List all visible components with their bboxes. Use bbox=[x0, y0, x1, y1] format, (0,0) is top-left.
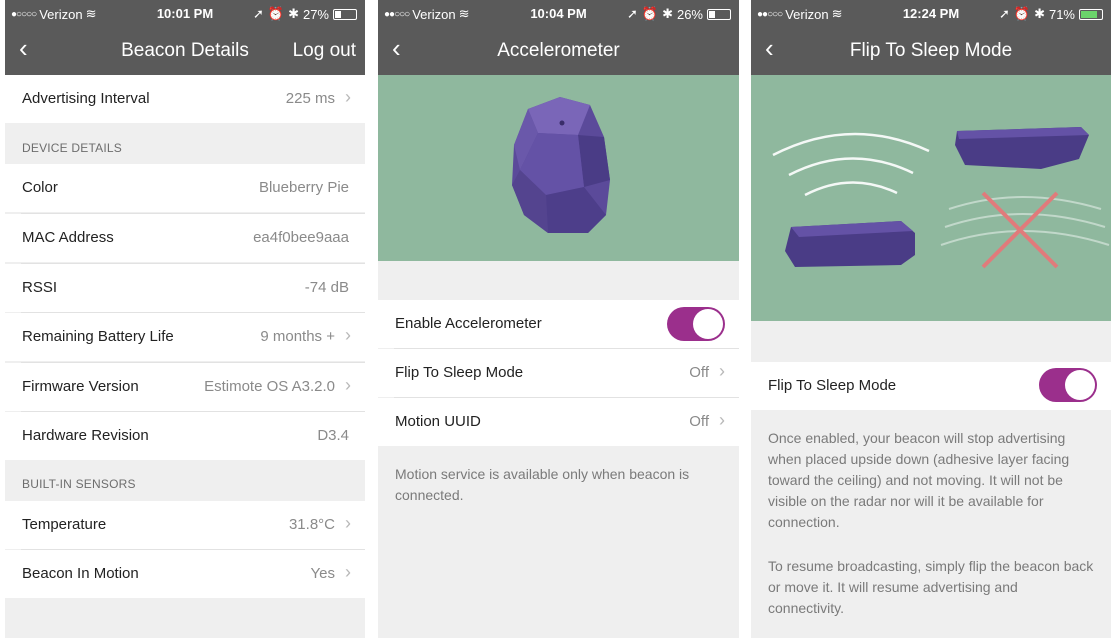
section-title: DEVICE DETAILS bbox=[22, 141, 122, 155]
bluetooth-icon: ✱ bbox=[662, 6, 673, 21]
nav-bar: ‹ Beacon Details Log out bbox=[5, 26, 365, 75]
row-color: Color Blueberry Pie bbox=[5, 164, 365, 212]
alarm-icon: ⏰ bbox=[267, 6, 285, 21]
location-icon: ➚ bbox=[998, 6, 1010, 21]
battery-icon bbox=[333, 8, 357, 20]
status-bar: ●○○○○ Verizon ≋ 10:01 PM ➚ ⏰ ✱ 27% bbox=[5, 0, 365, 26]
alarm-icon: ⏰ bbox=[1013, 6, 1031, 21]
status-bar: ●●○○○ Verizon ≋ 12:24 PM ➚ ⏰ ✱ 71% bbox=[751, 0, 1111, 26]
row-rssi: RSSI -74 dB bbox=[5, 264, 365, 312]
page-title: Accelerometer bbox=[497, 40, 620, 61]
row-flip-to-sleep-mode[interactable]: Flip To Sleep Mode Off › bbox=[378, 349, 739, 397]
row-temperature[interactable]: Temperature 31.8°C › bbox=[5, 501, 365, 549]
row-value: Yes bbox=[310, 565, 335, 582]
battery-charging-icon bbox=[1079, 8, 1103, 20]
status-right: ➚ ⏰ ✱ 27% bbox=[253, 6, 357, 22]
resume-description: To resume broadcasting, simply flip the … bbox=[768, 558, 1094, 616]
location-icon: ➚ bbox=[252, 6, 264, 21]
row-label: Color bbox=[22, 179, 58, 196]
row-remaining-battery-life[interactable]: Remaining Battery Life 9 months + › bbox=[5, 313, 365, 361]
status-bar: ●●○○○ Verizon ≋ 10:04 PM ➚ ⏰ ✱ 26% bbox=[378, 0, 739, 26]
row-value: Off bbox=[689, 413, 709, 430]
toggle-knob bbox=[693, 309, 723, 339]
logout-button[interactable]: Log out bbox=[293, 40, 356, 62]
row-value: D3.4 bbox=[317, 427, 349, 444]
screen-accelerometer: ●●○○○ Verizon ≋ 10:04 PM ➚ ⏰ ✱ 26% ‹ Acc… bbox=[378, 0, 739, 638]
section-header-built-in-sensors: BUILT-IN SENSORS bbox=[5, 462, 365, 500]
battery-percent: 26% bbox=[676, 6, 703, 22]
flip-to-sleep-toggle[interactable] bbox=[1039, 368, 1097, 402]
row-flip-to-sleep-mode[interactable]: Flip To Sleep Mode bbox=[751, 362, 1111, 410]
row-label: Beacon In Motion bbox=[22, 565, 139, 582]
row-hardware-revision: Hardware Revision D3.4 bbox=[5, 412, 365, 460]
row-mac-address: MAC Address ea4f0bee9aaa bbox=[5, 214, 365, 262]
toggle-knob bbox=[1065, 370, 1095, 400]
beacon-illustration bbox=[378, 75, 739, 261]
battery-percent: 27% bbox=[302, 6, 329, 22]
row-label: Flip To Sleep Mode bbox=[768, 377, 897, 394]
row-label: Hardware Revision bbox=[22, 427, 149, 444]
row-label: Advertising Interval bbox=[22, 90, 150, 107]
row-value: Off bbox=[689, 364, 709, 381]
row-value: ea4f0bee9aaa bbox=[253, 229, 349, 246]
row-beacon-in-motion[interactable]: Beacon In Motion Yes › bbox=[5, 550, 365, 598]
flip-description: Once enabled, your beacon will stop adve… bbox=[768, 430, 1070, 530]
section-title: BUILT-IN SENSORS bbox=[22, 477, 136, 491]
chevron-right-icon: › bbox=[345, 325, 351, 345]
bluetooth-icon: ✱ bbox=[288, 6, 299, 21]
battery-icon bbox=[707, 8, 731, 20]
row-enable-accelerometer[interactable]: Enable Accelerometer bbox=[378, 300, 739, 348]
chevron-right-icon: › bbox=[719, 361, 725, 381]
row-label: MAC Address bbox=[22, 229, 114, 246]
chevron-right-icon: › bbox=[345, 375, 351, 395]
chevron-right-icon: › bbox=[719, 410, 725, 430]
flip-illustration bbox=[751, 75, 1111, 321]
row-label: Remaining Battery Life bbox=[22, 328, 174, 345]
motion-service-note: Motion service is available only when be… bbox=[395, 466, 690, 503]
row-value: -74 dB bbox=[304, 279, 349, 296]
status-right: ➚ ⏰ ✱ 26% bbox=[627, 6, 731, 22]
section-header-device-details: DEVICE DETAILS bbox=[5, 126, 365, 164]
row-advertising-interval[interactable]: Advertising Interval 225 ms › bbox=[5, 75, 365, 123]
row-firmware-version[interactable]: Firmware Version Estimote OS A3.2.0 › bbox=[5, 363, 365, 411]
battery-percent: 71% bbox=[1048, 6, 1075, 22]
row-value: Estimote OS A3.2.0 bbox=[204, 378, 335, 395]
page-title: Flip To Sleep Mode bbox=[849, 40, 1013, 61]
chevron-right-icon: › bbox=[345, 87, 351, 107]
chevron-right-icon: › bbox=[345, 562, 351, 582]
alarm-icon: ⏰ bbox=[641, 6, 659, 21]
enable-accelerometer-toggle[interactable] bbox=[667, 307, 725, 341]
flip-to-sleep-illustration-icon bbox=[772, 127, 1110, 269]
bluetooth-icon: ✱ bbox=[1034, 6, 1045, 21]
screen-beacon-details: ●○○○○ Verizon ≋ 10:01 PM ➚ ⏰ ✱ 27% ‹ Bea… bbox=[5, 0, 365, 638]
row-label: Flip To Sleep Mode bbox=[395, 364, 524, 381]
row-value: 31.8°C bbox=[288, 516, 335, 533]
row-motion-uuid[interactable]: Motion UUID Off › bbox=[378, 398, 739, 446]
row-label: RSSI bbox=[22, 279, 58, 296]
status-right: ➚ ⏰ ✱ 71% bbox=[999, 6, 1103, 22]
nav-bar: ‹ Flip To Sleep Mode bbox=[751, 26, 1111, 75]
row-value: 9 months + bbox=[260, 328, 335, 345]
row-label: Enable Accelerometer bbox=[395, 315, 542, 332]
row-label: Motion UUID bbox=[395, 413, 481, 430]
beacon-icon bbox=[512, 97, 610, 233]
nav-bar: ‹ Accelerometer bbox=[378, 26, 739, 75]
chevron-right-icon: › bbox=[345, 513, 351, 533]
location-icon: ➚ bbox=[626, 6, 638, 21]
row-label: Temperature bbox=[22, 516, 107, 533]
row-value: 225 ms bbox=[285, 90, 335, 107]
row-label: Firmware Version bbox=[22, 378, 139, 395]
screen-flip-to-sleep-mode: ●●○○○ Verizon ≋ 12:24 PM ➚ ⏰ ✱ 71% ‹ Fli… bbox=[751, 0, 1111, 638]
row-value: Blueberry Pie bbox=[258, 179, 349, 196]
